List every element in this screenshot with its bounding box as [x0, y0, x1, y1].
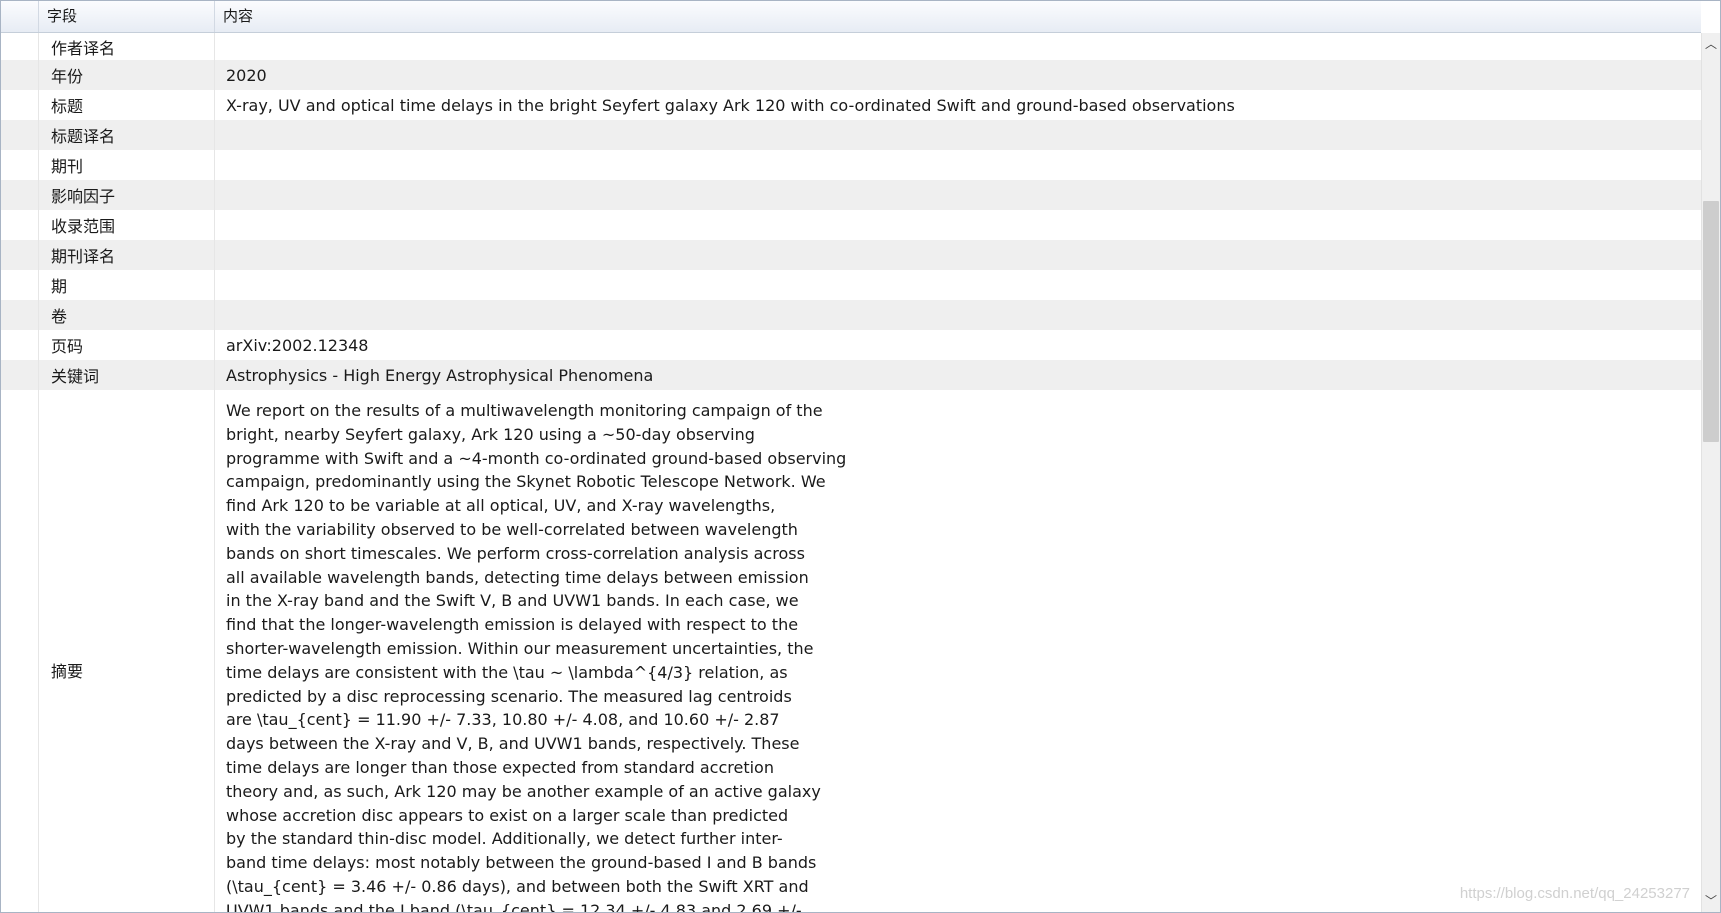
table-row[interactable]: 标题 X-ray, UV and optical time delays in …	[1, 90, 1701, 120]
row-value[interactable]	[215, 210, 1701, 240]
row-field-label: 年份	[39, 60, 215, 90]
vertical-scrollbar[interactable]: ︿ ﹀	[1701, 33, 1720, 912]
watermark: https://blog.csdn.net/qq_24253277	[1459, 885, 1690, 902]
row-field-label: 摘要	[39, 390, 215, 912]
table-row[interactable]: 关键词 Astrophysics - High Energy Astrophys…	[1, 360, 1701, 390]
row-value[interactable]: arXiv:2002.12348	[215, 330, 1701, 360]
table-row[interactable]: 影响因子	[1, 180, 1701, 210]
table-row[interactable]: 年份 2020	[1, 60, 1701, 90]
table-row[interactable]: 期刊译名	[1, 240, 1701, 270]
abstract-text[interactable]: We report on the results of a multiwavel…	[215, 390, 1701, 912]
table-row[interactable]: 页码 arXiv:2002.12348	[1, 330, 1701, 360]
row-value[interactable]	[215, 150, 1701, 180]
row-value[interactable]	[215, 33, 1701, 60]
scroll-thumb[interactable]	[1703, 201, 1719, 442]
row-field-label: 页码	[39, 330, 215, 360]
table-row[interactable]: 作者译名	[1, 33, 1701, 60]
table-row[interactable]: 卷	[1, 300, 1701, 330]
row-field-label: 收录范围	[39, 210, 215, 240]
table-row-abstract[interactable]: 摘要 We report on the results of a multiwa…	[1, 390, 1701, 912]
row-field-label: 影响因子	[39, 180, 215, 210]
row-value[interactable]: X-ray, UV and optical time delays in the…	[215, 90, 1701, 120]
row-value[interactable]	[215, 300, 1701, 330]
header-field-column[interactable]: 字段	[39, 1, 215, 32]
row-field-label: 标题	[39, 90, 215, 120]
table-row[interactable]: 期刊	[1, 150, 1701, 180]
row-field-label: 作者译名	[39, 33, 215, 60]
row-field-label: 关键词	[39, 360, 215, 390]
table-row[interactable]: 收录范围	[1, 210, 1701, 240]
record-detail-window: 字段 内容 作者译名 年份 2020 标题 X-ray, UV and opti…	[0, 0, 1721, 913]
row-field-label: 期	[39, 270, 215, 300]
table-row[interactable]: 标题译名	[1, 120, 1701, 150]
row-value[interactable]	[215, 270, 1701, 300]
scroll-down-arrow-icon[interactable]: ﹀	[1702, 892, 1720, 910]
row-field-label: 标题译名	[39, 120, 215, 150]
row-value[interactable]	[215, 180, 1701, 210]
scroll-up-arrow-icon[interactable]: ︿	[1702, 35, 1720, 53]
table-body: 作者译名 年份 2020 标题 X-ray, UV and optical ti…	[1, 33, 1701, 912]
row-value[interactable]	[215, 120, 1701, 150]
row-value[interactable]	[215, 240, 1701, 270]
row-field-label: 期刊译名	[39, 240, 215, 270]
row-value[interactable]: 2020	[215, 60, 1701, 90]
row-field-label: 期刊	[39, 150, 215, 180]
header-gutter	[1, 1, 39, 32]
header-content-column[interactable]: 内容	[215, 1, 1701, 32]
table-row[interactable]: 期	[1, 270, 1701, 300]
row-field-label: 卷	[39, 300, 215, 330]
row-value[interactable]: Astrophysics - High Energy Astrophysical…	[215, 360, 1701, 390]
table-header: 字段 内容	[1, 1, 1701, 33]
